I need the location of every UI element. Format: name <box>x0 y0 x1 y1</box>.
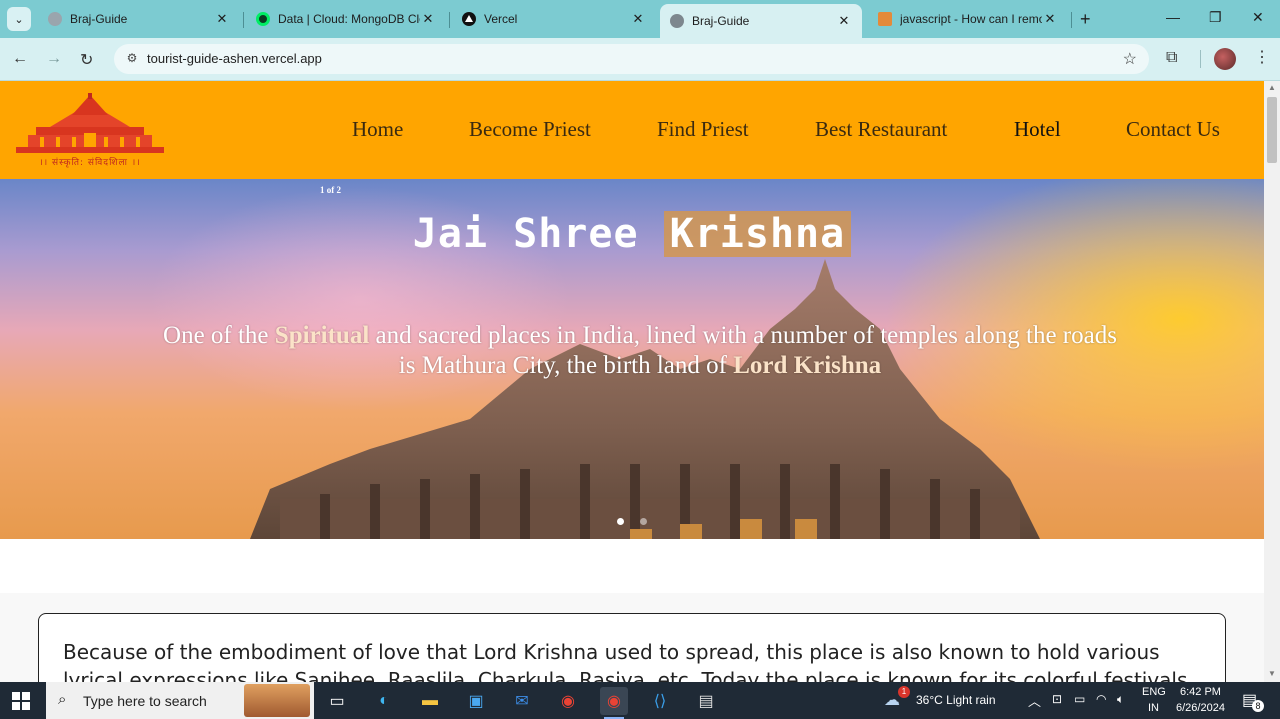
site-header: ।। संस्कृति: संविदशिला ।। Home Become Pr… <box>0 81 1264 179</box>
mongodb-leaf-icon <box>256 12 270 26</box>
language-in[interactable]: IN <box>1148 702 1159 714</box>
section-spacer <box>0 539 1264 593</box>
weather-badge: 1 <box>898 686 910 698</box>
new-tab-plus-icon[interactable]: + <box>1080 9 1091 30</box>
tab-stackoverflow[interactable]: javascript - How can I remove ✕ <box>868 4 1068 34</box>
carousel-dot-1[interactable] <box>617 518 624 525</box>
more-menu-icon[interactable]: ⋮ <box>1254 47 1270 67</box>
nav-contact-us[interactable]: Contact Us <box>1126 117 1220 142</box>
about-card: Because of the embodiment of love that L… <box>38 613 1226 682</box>
tab-strip: ⌄ Braj-Guide ✕ Data | Cloud: MongoDB Clo… <box>0 0 1280 38</box>
file-explorer-icon[interactable]: ▬ <box>416 687 444 715</box>
windows-start-icon[interactable] <box>12 692 30 710</box>
taskbar-search-box[interactable]: ⌕ Type here to search <box>46 682 314 719</box>
search-icon: ⌕ <box>58 691 67 708</box>
notification-count: 8 <box>1252 700 1264 712</box>
globe-icon <box>48 12 62 26</box>
nav-find-priest[interactable]: Find Priest <box>657 117 749 142</box>
scroll-down-icon[interactable]: ▼ <box>1268 669 1276 678</box>
scroll-up-icon[interactable]: ▲ <box>1268 83 1276 92</box>
meet-icon[interactable]: ⊡ <box>1052 692 1062 706</box>
terminal-icon[interactable]: ▤ <box>692 687 720 715</box>
vercel-triangle-icon <box>462 12 476 26</box>
tab-braj-guide-1[interactable]: Braj-Guide ✕ <box>38 4 240 34</box>
nav-become-priest[interactable]: Become Priest <box>469 117 591 142</box>
tab-braj-guide-active[interactable]: Braj-Guide ✕ <box>660 4 862 38</box>
hero-subtitle: One of the Spiritual and sacred places i… <box>163 322 1117 379</box>
volume-icon[interactable]: 🔈︎ <box>1117 692 1124 707</box>
temple-image <box>250 259 1040 539</box>
site-info-icon[interactable]: ⚙ <box>124 51 140 67</box>
forward-arrow-icon[interactable]: → <box>46 50 62 68</box>
search-highlight-image <box>244 684 310 717</box>
close-icon[interactable]: ✕ <box>836 13 852 29</box>
browser-toolbar: ← → ↻ ⚙ tourist-guide-ashen.vercel.app ☆ <box>0 38 1280 81</box>
battery-icon[interactable]: ▭ <box>1074 692 1085 706</box>
microsoft-store-icon[interactable]: ▣ <box>462 687 490 715</box>
weather-text[interactable]: 36°C Light rain <box>916 693 996 707</box>
scrollbar-thumb[interactable] <box>1267 97 1277 163</box>
logo-caption: ।। संस्कृति: संविदशिला ।। <box>39 158 141 168</box>
hero-carousel[interactable]: 1 of 2 Jai Shree Krishna One of the Spir… <box>0 179 1264 539</box>
hero-title: Jai Shree Krishna <box>0 211 1264 257</box>
tab-vercel[interactable]: Vercel ✕ <box>452 4 656 34</box>
about-text: Because of the embodiment of love that L… <box>63 640 1188 682</box>
tab-search-chevron-icon[interactable]: ⌄ <box>7 7 31 31</box>
nav-best-restaurant[interactable]: Best Restaurant <box>815 117 947 142</box>
mail-icon[interactable]: ✉ <box>508 687 536 715</box>
carousel-dot-2[interactable] <box>640 518 647 525</box>
chrome-active-icon[interactable]: ◉ <box>600 687 628 719</box>
chrome-icon[interactable]: ◉ <box>554 687 582 715</box>
close-icon[interactable]: ✕ <box>630 11 646 27</box>
page-scrollbar[interactable]: ▲ ▼ <box>1264 81 1280 682</box>
reload-icon[interactable]: ↻ <box>80 50 93 70</box>
close-icon[interactable]: ✕ <box>1042 11 1058 27</box>
show-hidden-icons-chevron-icon[interactable]: ︿ <box>1028 691 1041 710</box>
restore-icon[interactable]: ❐ <box>1209 9 1222 26</box>
minimize-icon[interactable]: — <box>1166 9 1180 25</box>
profile-avatar[interactable] <box>1214 48 1236 70</box>
temple-logo[interactable]: ।। संस्कृति: संविदशिला ।। <box>10 93 170 168</box>
nav-home[interactable]: Home <box>352 117 403 142</box>
page-viewport: ।। संस्कृति: संविदशिला ।। Home Become Pr… <box>0 81 1264 682</box>
clock-time[interactable]: 6:42 PM <box>1180 686 1221 698</box>
edge-icon[interactable]: ◐ <box>370 687 398 715</box>
tab-mongodb[interactable]: Data | Cloud: MongoDB Cloud ✕ <box>246 4 446 34</box>
clock-date[interactable]: 6/26/2024 <box>1176 702 1225 714</box>
close-icon[interactable]: ✕ <box>420 11 436 27</box>
back-arrow-icon[interactable]: ← <box>12 50 28 68</box>
stackoverflow-icon <box>878 12 892 26</box>
extensions-puzzle-icon[interactable]: ⧉ <box>1166 49 1177 67</box>
windows-taskbar: ⌕ Type here to search ▭ ◐ ▬ ▣ ✉ ◉ ◉ ⟨⟩ ▤… <box>0 682 1280 719</box>
slide-counter: 1 of 2 <box>320 185 341 195</box>
close-icon[interactable]: ✕ <box>214 11 230 27</box>
language-eng[interactable]: ENG <box>1142 686 1166 698</box>
wifi-icon[interactable]: ◠ <box>1096 692 1106 706</box>
globe-icon <box>670 14 684 28</box>
task-view-icon[interactable]: ▭ <box>323 687 351 715</box>
vscode-icon[interactable]: ⟨⟩ <box>646 687 674 715</box>
close-window-icon[interactable]: ✕ <box>1252 9 1264 26</box>
address-bar[interactable]: ⚙ tourist-guide-ashen.vercel.app ☆ <box>114 44 1149 74</box>
bookmark-star-icon[interactable]: ☆ <box>1123 49 1137 69</box>
nav-hotel[interactable]: Hotel <box>1014 117 1061 142</box>
